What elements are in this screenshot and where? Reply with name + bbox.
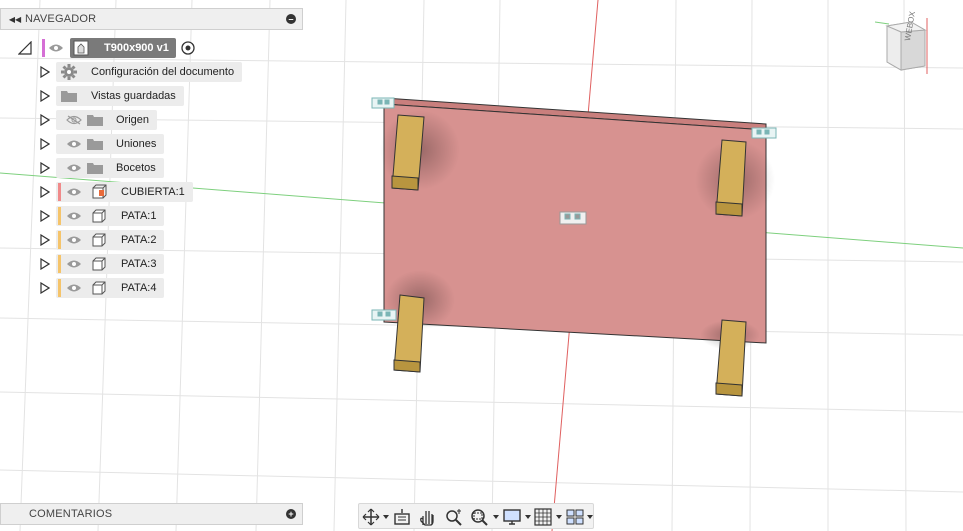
tree-item[interactable]: PATA:1 (0, 206, 303, 226)
tree-item[interactable]: CUBIERTA:1 (0, 182, 303, 202)
expand-arrow-icon[interactable] (40, 66, 50, 78)
body-icon (92, 257, 106, 271)
tree-item[interactable]: Bocetos (0, 158, 303, 178)
expand-arrow-icon[interactable] (40, 138, 50, 150)
eye-hidden-icon[interactable] (66, 115, 82, 125)
tree-item-label: CUBIERTA:1 (121, 186, 185, 198)
eye-icon[interactable] (66, 139, 82, 149)
document-chip[interactable]: T900x900 v1 (70, 38, 176, 58)
zoom-icon[interactable] (444, 507, 464, 527)
leg-pata-1[interactable] (391, 114, 425, 191)
expand-arrow-icon[interactable] (40, 162, 50, 174)
expand-arrow-icon[interactable] (40, 258, 50, 270)
component-color-bar (58, 279, 61, 297)
add-comment-icon[interactable]: + (286, 509, 296, 519)
tree-item-label: Configuración del documento (91, 66, 235, 78)
pan-icon[interactable] (417, 507, 437, 527)
expand-arrow-icon[interactable] (40, 186, 50, 198)
folder-icon (87, 163, 103, 174)
expand-arrow-icon[interactable] (40, 234, 50, 246)
tree-item-label: PATA:3 (121, 258, 157, 270)
body-icon (92, 209, 106, 223)
orbit-caret-icon[interactable] (383, 515, 389, 519)
fit-caret-icon[interactable] (493, 515, 499, 519)
folder-icon (87, 115, 103, 126)
comments-title: COMENTARIOS (29, 508, 113, 520)
tree-item[interactable]: Uniones (0, 134, 303, 154)
display-caret-icon[interactable] (525, 515, 531, 519)
fit-icon[interactable] (469, 507, 489, 527)
activate-radio-icon[interactable] (180, 40, 196, 56)
tree-item[interactable]: PATA:3 (0, 254, 303, 274)
eye-icon[interactable] (66, 283, 82, 293)
tree-item[interactable]: Configuración del documento (0, 62, 303, 82)
orbit-icon[interactable] (361, 507, 381, 527)
tree-item[interactable]: Vistas guardadas (0, 86, 303, 106)
navigator-title: NAVEGADOR (25, 13, 97, 25)
joint-marker-4[interactable] (371, 309, 397, 321)
folder-icon (61, 91, 77, 102)
document-name: T900x900 v1 (104, 42, 169, 54)
expand-arrow-icon[interactable] (40, 282, 50, 294)
eye-icon[interactable] (66, 259, 82, 269)
comments-header[interactable]: COMENTARIOS + (0, 503, 303, 525)
tree-item[interactable]: PATA:4 (0, 278, 303, 298)
joint-marker-2[interactable] (751, 127, 777, 139)
eye-icon[interactable] (66, 211, 82, 221)
joint-marker-3[interactable] (559, 211, 587, 225)
component-color-bar (58, 255, 61, 273)
eye-icon[interactable] (66, 163, 82, 173)
eye-icon[interactable] (48, 43, 64, 53)
eye-icon[interactable] (66, 235, 82, 245)
grid-icon[interactable] (533, 507, 553, 527)
document-color-bar (42, 39, 45, 57)
tree-item-label: Vistas guardadas (91, 90, 176, 102)
tree-item-label: Uniones (116, 138, 157, 150)
body-icon (92, 233, 106, 247)
tree-item[interactable]: Origen (0, 110, 303, 130)
collapse-tree-icon[interactable] (18, 41, 32, 55)
tree-item-label: PATA:1 (121, 210, 157, 222)
folder-icon (87, 139, 103, 150)
joint-marker-1[interactable] (371, 97, 395, 109)
component-color-bar (58, 207, 61, 225)
viewports-caret-icon[interactable] (587, 515, 593, 519)
gear-icon (61, 64, 77, 80)
document-icon (73, 40, 89, 56)
component-color-bar (58, 231, 61, 249)
body-icon (92, 281, 106, 295)
collapse-panel-icon[interactable]: ◀◀ (5, 15, 25, 24)
tree-root-document[interactable]: T900x900 v1 (0, 38, 303, 58)
component-icon (92, 184, 107, 199)
navigator-header[interactable]: ◀◀ NAVEGADOR – (0, 8, 303, 30)
expand-arrow-icon[interactable] (40, 114, 50, 126)
tree-item-label: Origen (116, 114, 150, 126)
tree-item-label: PATA:2 (121, 234, 157, 246)
minimize-panel-icon[interactable]: – (286, 14, 296, 24)
viewcube[interactable]: WEBOX (874, 11, 933, 76)
tree-item-label: PATA:4 (121, 282, 157, 294)
viewports-icon[interactable] (565, 507, 585, 527)
expand-arrow-icon[interactable] (40, 210, 50, 222)
expand-arrow-icon[interactable] (40, 90, 50, 102)
grid-caret-icon[interactable] (556, 515, 562, 519)
eye-icon[interactable] (66, 187, 82, 197)
display-icon[interactable] (502, 507, 522, 527)
component-color-bar (58, 183, 61, 201)
navigation-toolbar (358, 503, 594, 529)
tree-item-label: Bocetos (116, 162, 156, 174)
look-at-icon[interactable] (392, 507, 412, 527)
tree-item[interactable]: PATA:2 (0, 230, 303, 250)
